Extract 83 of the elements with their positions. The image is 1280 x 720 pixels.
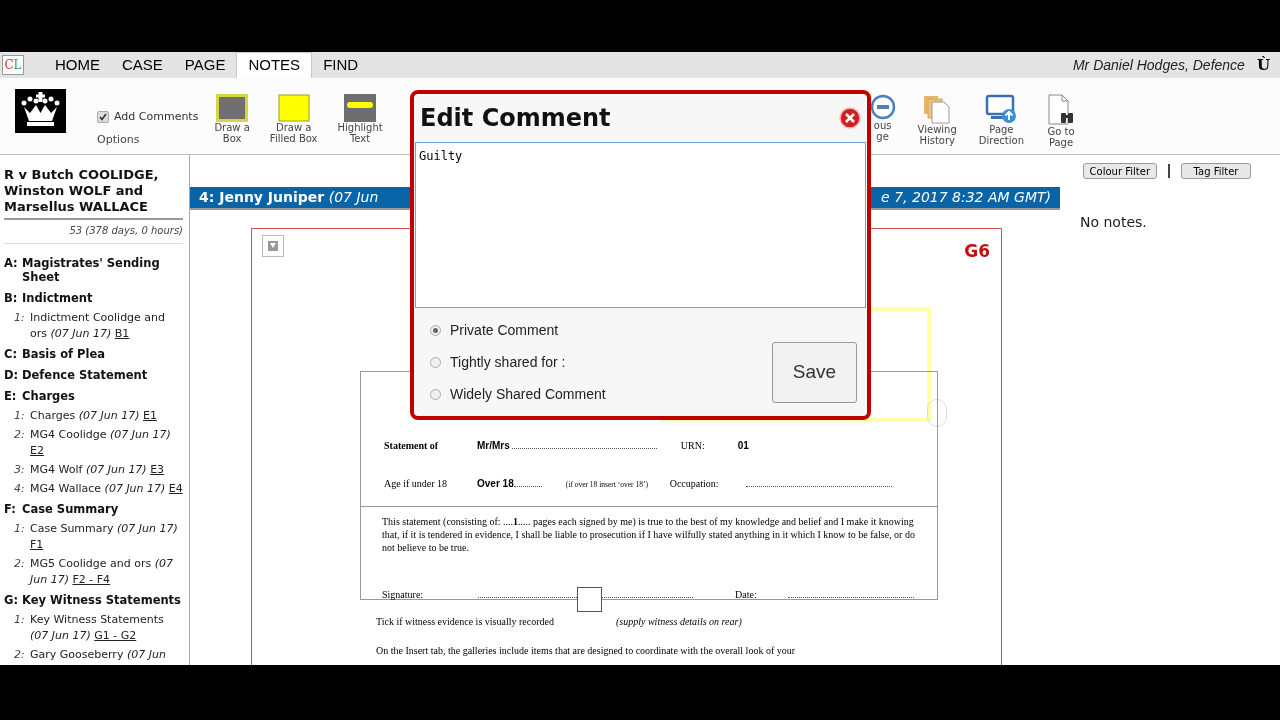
page-link[interactable]: G1 - G2 [94,629,137,642]
page-link[interactable]: E4 [168,482,183,495]
add-comments-checkbox[interactable]: Add Comments [97,109,199,126]
tick-instruction: Tick if witness evidence is visually recorded [376,615,555,629]
toolbar-button[interactable]: Page Direction [972,92,1030,148]
options-label: Options [97,131,141,148]
declaration-text: This statement (consisting of: ....1..... pages each signed by me) is true to the best of my knowledge and belief and I make it knowing that, if it is tendered in evidence, I shall be liable to prosecution if I have wilfully stated anything in it which I know to be false, or do not believe to be true. [381,515,916,554]
case-title: R v Butch COOLIDGE, Winston WOLF and Marsellus WALLACE [4,167,183,220]
toolbar-button[interactable]: Go to Page [1040,92,1082,148]
sharing-option[interactable]: Widely Shared Comment [430,384,606,404]
section-heading[interactable]: B: Indictment [4,291,183,305]
crown-logo [15,89,66,133]
user-menu-glyph[interactable]: Ù [1256,53,1270,77]
document-entry[interactable]: 1: Key Witness Statements (07 Jun 17) G1 - G2 [4,612,183,644]
section-heading[interactable]: A: Magistrates' Sending Sheet [4,256,183,284]
document-entry[interactable]: 2: Gary Gooseberry (07 Jun [4,647,183,663]
menu-tab[interactable]: HOME [44,52,111,78]
page-link[interactable]: B1 [114,327,130,340]
save-button[interactable]: Save [772,342,857,403]
monitor-upload-icon [985,94,1018,124]
field-label: Signature: [381,588,425,602]
document-entry[interactable]: 2: MG4 Coolidge (07 Jun 17) E2 [4,427,183,459]
page-link[interactable]: E1 [142,409,157,422]
page-link[interactable]: F1 [30,538,44,551]
document-entry[interactable]: 1: Case Summary (07 Jun 17) F1 [4,521,183,553]
filled-square-icon [277,94,310,122]
filter-button[interactable]: Colour Filter [1082,163,1157,179]
document-entry[interactable]: 1: Charges (07 Jun 17) E1 [4,408,183,424]
draw-box-icon [216,94,249,122]
document-date: e 7, 2017 8:32 AM GMT) [881,188,1051,207]
document-entry[interactable]: 4: MG4 Wallace (07 Jun 17) E4 [4,481,183,497]
body-text: On the Insert tab, the galleries include items that are designed to coordinate with the overall look of your [376,644,797,658]
document-entry[interactable]: 1: Indictment Coolidge and ors (07 Jun 17) B1 [4,310,183,342]
user-name: Mr Daniel Hodges, Defence [1072,55,1245,75]
menu-tab[interactable]: NOTES [236,52,313,78]
toolbar-button[interactable]: ous ge [863,92,902,148]
tick-hint: (supply witness details on rear) [616,615,742,629]
field-value: 01 [737,439,749,453]
sharing-option[interactable]: Tightly shared for : [430,352,606,372]
field-label: Statement of [383,439,440,453]
radio-button[interactable] [430,324,441,336]
comment-field[interactable]: Guilty [415,142,866,308]
page-link[interactable]: E3 [150,463,165,476]
check-icon [98,112,108,123]
section-heading[interactable]: D: Defence Statement [4,368,183,382]
toolbar-button[interactable]: Viewing History [911,92,963,148]
app-logo[interactable]: CL [2,55,24,75]
document-title: 4: Jenny Juniper (07 Jun [199,188,379,207]
menu-tab[interactable]: PAGE [173,52,237,78]
section-heading[interactable]: G: Key Witness Statements [4,593,183,607]
stacked-pages-icon [922,94,953,124]
close-icon[interactable] [839,107,861,129]
field-label: Occupation: [669,477,720,491]
document-entry[interactable]: 3: MG4 Wolf (07 Jun 17) E3 [4,462,183,478]
field-value: Mr/Mrs [477,439,510,453]
case-duration: 53 (378 days, 0 hours) [4,220,183,244]
dialog-title: Edit Comment [420,103,611,134]
section-heading[interactable]: C: Basis of Plea [4,347,183,361]
radio-button[interactable] [430,356,441,368]
visual-record-checkbox[interactable] [577,587,602,612]
menu-tab[interactable]: FIND [312,52,370,78]
filter-button[interactable]: Tag Filter [1181,163,1251,179]
field-value: Over 18 [477,477,514,491]
radio-button[interactable] [430,388,441,400]
section-heading[interactable]: F: Case Summary [4,502,183,516]
toolbar-button[interactable]: Draw a Filled Box [263,92,324,144]
toolbar-button[interactable]: Draw a Box [208,92,256,144]
checkbox[interactable] [97,111,109,124]
section-heading[interactable]: E: Charges [4,389,183,403]
field-label: Date: [735,588,758,602]
highlighter-icon [344,94,377,122]
menu-tab[interactable]: CASE [111,52,174,78]
field-label: Age if under 18 [383,477,449,491]
page-label: G6 [964,240,990,263]
filter-icon[interactable] [262,235,284,257]
page-link[interactable]: F2 - F4 [72,573,111,586]
field-label: URN: [680,439,706,453]
document-entry[interactable]: 2: MG5 Coolidge and ors (07 Jun 17) F2 - F4 [4,556,183,588]
sharing-option[interactable]: Private Comment [430,320,606,340]
empty-notes-message: No notes. [1080,214,1147,230]
toolbar-button[interactable]: Highlight Text [331,92,389,144]
page-binoculars-icon [1046,94,1076,126]
page-link[interactable]: E2 [30,444,44,457]
